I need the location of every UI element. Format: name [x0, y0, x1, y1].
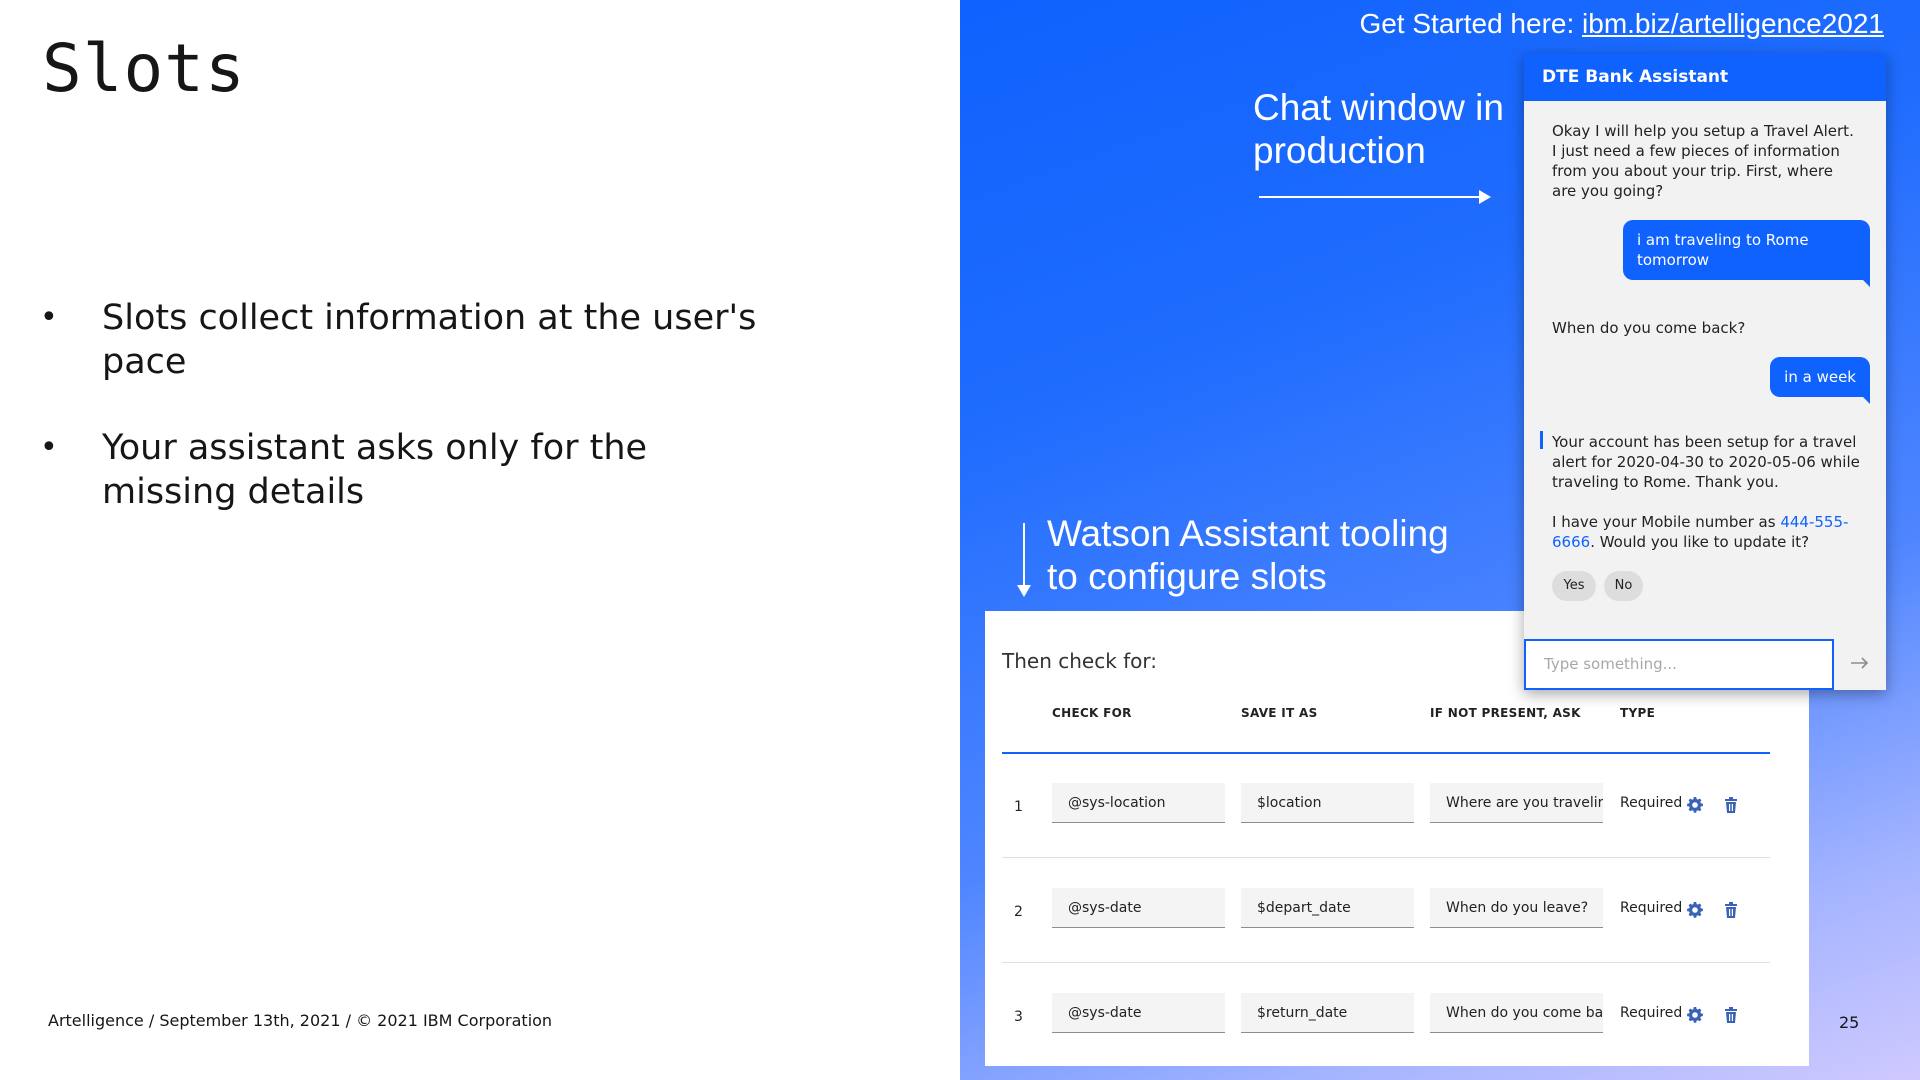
bullet-item: • Your assistant asks only for the missin…	[40, 426, 760, 514]
column-header-save-it-as: SAVE IT AS	[1241, 706, 1318, 720]
save-as-field[interactable]: $return_date	[1241, 993, 1414, 1033]
slot-type-label[interactable]: Required	[1620, 900, 1682, 916]
chat-window-callout: Chat window in production	[1253, 87, 1504, 171]
bullet-dot: •	[40, 430, 58, 465]
column-header-check-for: CHECK FOR	[1052, 706, 1132, 720]
row-number: 2	[1014, 904, 1023, 920]
trash-icon[interactable]	[1724, 797, 1738, 817]
chat-window: DTE Bank Assistant Okay I will help you …	[1524, 54, 1886, 690]
table-row: 2 @sys-date $depart_date When do you lea…	[1002, 858, 1770, 963]
table-row: 1 @sys-location $location Where are you …	[1002, 753, 1770, 858]
user-message: in a week	[1770, 357, 1870, 404]
slide-title: Slots	[42, 30, 246, 107]
table-row: 3 @sys-date $return_date When do you com…	[1002, 963, 1770, 1067]
down-arrow-icon	[1017, 523, 1031, 597]
save-as-field[interactable]: $location	[1241, 783, 1414, 823]
gear-icon[interactable]	[1687, 902, 1703, 922]
bot-message-text: I have your Mobile number as	[1552, 513, 1781, 531]
send-button[interactable]	[1834, 639, 1886, 690]
slots-table-header: CHECK FOR SAVE IT AS IF NOT PRESENT, ASK…	[1002, 706, 1770, 754]
prompt-field[interactable]: When do you leave?	[1430, 888, 1603, 928]
user-message: i am traveling to Rome tomorrow	[1623, 220, 1870, 287]
no-option-button[interactable]: No	[1604, 571, 1643, 601]
prompt-field[interactable]: Where are you travelir	[1430, 783, 1603, 823]
check-for-field[interactable]: @sys-location	[1052, 783, 1225, 823]
slide-footer: Artelligence / September 13th, 2021 / © …	[48, 1011, 553, 1030]
get-started-label: Get Started here:	[1359, 8, 1583, 39]
check-for-field[interactable]: @sys-date	[1052, 888, 1225, 928]
chat-header: DTE Bank Assistant	[1524, 54, 1886, 101]
yes-option-button[interactable]: Yes	[1552, 571, 1596, 601]
save-as-field[interactable]: $depart_date	[1241, 888, 1414, 928]
bot-message: When do you come back?	[1552, 319, 1746, 337]
message-accent-bar	[1540, 431, 1543, 449]
slot-type-label[interactable]: Required	[1620, 795, 1682, 811]
bullet-dot: •	[40, 300, 58, 335]
bullet-list: • Slots collect information at the user's…	[40, 296, 760, 556]
slide-left-panel: Slots • Slots collect information at the …	[0, 0, 960, 1080]
trash-icon[interactable]	[1724, 1007, 1738, 1027]
bot-message: Okay I will help you setup a Travel Aler…	[1552, 122, 1854, 200]
bullet-text: Your assistant asks only for the missing…	[102, 428, 648, 512]
bot-message: I have your Mobile number as 444-555-666…	[1552, 512, 1862, 552]
right-arrow-icon	[1259, 190, 1491, 204]
row-number: 3	[1014, 1009, 1023, 1025]
gear-icon[interactable]	[1687, 1007, 1703, 1027]
bot-message: Your account has been setup for a travel…	[1552, 433, 1860, 491]
slot-type-label[interactable]: Required	[1620, 1005, 1682, 1021]
then-check-heading: Then check for:	[1002, 649, 1158, 673]
chat-input[interactable]: Type something...	[1524, 639, 1834, 690]
trash-icon[interactable]	[1724, 902, 1738, 922]
get-started-banner: Get Started here: ibm.biz/artelligence20…	[1359, 8, 1884, 40]
page-number: 25	[1839, 1013, 1860, 1032]
gear-icon[interactable]	[1687, 797, 1703, 817]
bullet-text: Slots collect information at the user's …	[102, 298, 757, 382]
column-header-type: TYPE	[1620, 706, 1656, 720]
arrow-right-icon	[1850, 655, 1870, 674]
get-started-link[interactable]: ibm.biz/artelligence2021	[1582, 8, 1884, 39]
column-header-if-not-present: IF NOT PRESENT, ASK	[1430, 706, 1581, 720]
prompt-field[interactable]: When do you come ba	[1430, 993, 1603, 1033]
bot-message-text: . Would you like to update it?	[1590, 533, 1810, 551]
check-for-field[interactable]: @sys-date	[1052, 993, 1225, 1033]
bullet-item: • Slots collect information at the user's…	[40, 296, 760, 384]
tooling-callout: Watson Assistant tooling to configure sl…	[1047, 513, 1449, 597]
row-number: 1	[1014, 799, 1023, 815]
